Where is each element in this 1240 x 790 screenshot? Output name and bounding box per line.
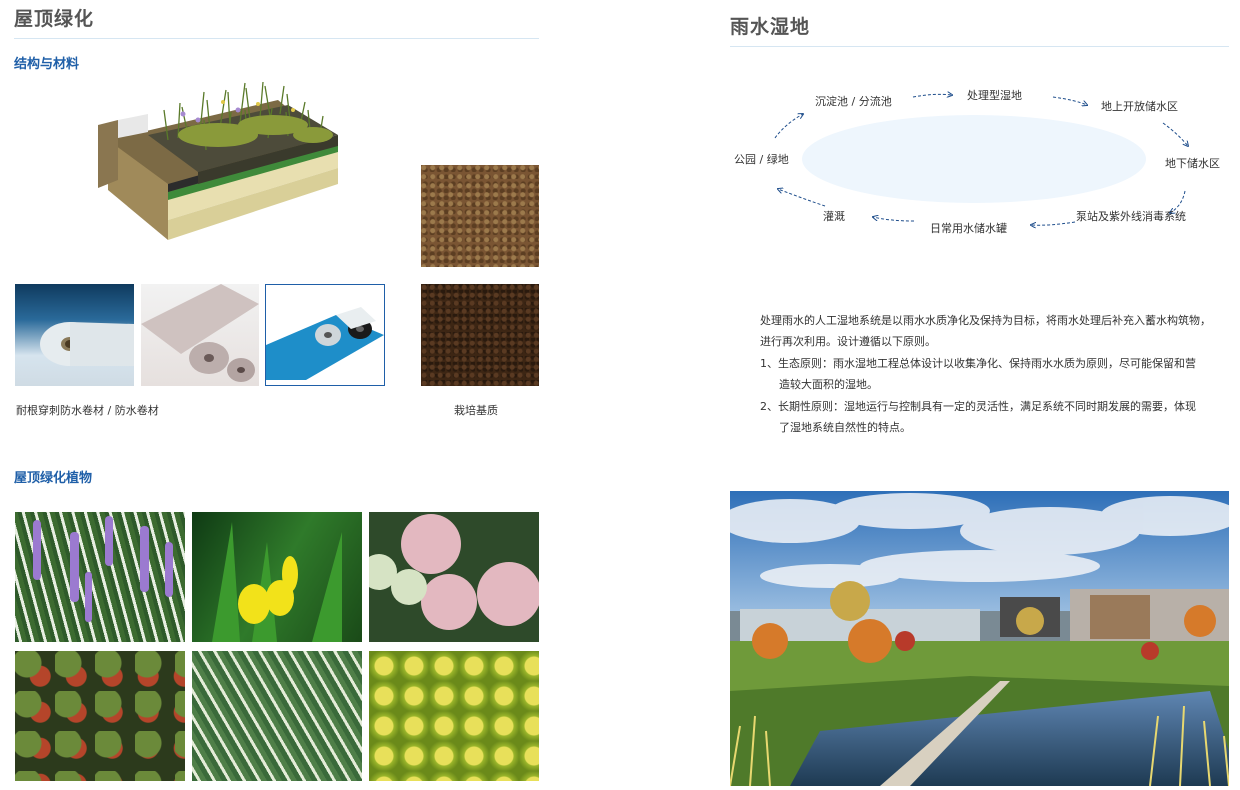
cycle-node-sedimentation: 沉淀池 / 分流池 <box>815 95 892 108</box>
desc-line-4: 造较大面积的湿地。 <box>779 378 878 391</box>
caption-substrate: 栽培基质 <box>454 404 498 417</box>
cycle-node-park: 公园 / 绿地 <box>734 153 789 166</box>
membrane-roll-photo-1 <box>15 284 134 386</box>
title-divider-left <box>14 38 539 39</box>
arrow-1 <box>912 94 952 97</box>
arrow-8 <box>774 114 803 139</box>
cycle-node-surface-storage: 地上开放储水区 <box>1101 100 1178 113</box>
caption-membrane: 耐根穿刺防水卷材 / 防水卷材 <box>16 404 159 417</box>
plant-photo-grass <box>192 651 362 781</box>
plant-photo-sedum-red <box>15 651 185 781</box>
section-heading-structure: 结构与材料 <box>14 57 80 72</box>
desc-line-5: 2、长期性原则：湿地运行与控制具有一定的灵活性，满足系统不同时期发展的需要，体现 <box>760 400 1196 413</box>
plant-photo-sedum-pink <box>369 512 539 642</box>
cycle-node-underground-storage: 地下储水区 <box>1165 157 1220 170</box>
wetland-landscape-photo <box>730 491 1229 786</box>
cycle-center-ellipse <box>802 115 1146 203</box>
desc-line-2: 进行再次利用。设计遵循以下原则。 <box>760 335 936 348</box>
substrate-photo-2 <box>421 284 539 386</box>
arrow-7 <box>778 189 826 207</box>
cycle-node-daily-tank: 日常用水储水罐 <box>930 222 1007 235</box>
desc-line-3: 1、生态原则：雨水湿地工程总体设计以收集净化、保持雨水水质为原则，尽可能保留和营 <box>760 357 1196 370</box>
arrow-6 <box>873 217 915 222</box>
membrane-roll-photo-2 <box>141 284 259 386</box>
plant-photo-iris <box>192 512 362 642</box>
membrane-roll-photo-3 <box>265 284 385 386</box>
plant-photo-sedum-yellow <box>369 651 539 781</box>
title-divider-right <box>730 46 1229 47</box>
desc-line-1: 处理雨水的人工湿地系统是以雨水水质净化及保持为目标，将雨水处理后补充入蓄水构筑物… <box>760 314 1211 327</box>
page-title-left: 屋顶绿化 <box>14 8 95 30</box>
arrow-2 <box>1052 96 1087 105</box>
arrow-5 <box>1031 221 1076 225</box>
substrate-photo-1 <box>421 165 539 267</box>
cycle-node-treatment-wetland: 处理型湿地 <box>967 89 1022 102</box>
section-heading-plants: 屋顶绿化植物 <box>14 471 93 486</box>
arrow-3 <box>1162 122 1188 146</box>
plant-photo-liriope <box>15 512 185 642</box>
roof-section-illustration <box>88 80 348 250</box>
cycle-node-pump-uv: 泵站及紫外线消毒系统 <box>1076 210 1186 223</box>
desc-line-6: 了湿地系统自然性的特点。 <box>779 421 911 434</box>
cycle-node-irrigation: 灌溉 <box>823 210 845 223</box>
page-title-right: 雨水湿地 <box>730 16 811 38</box>
